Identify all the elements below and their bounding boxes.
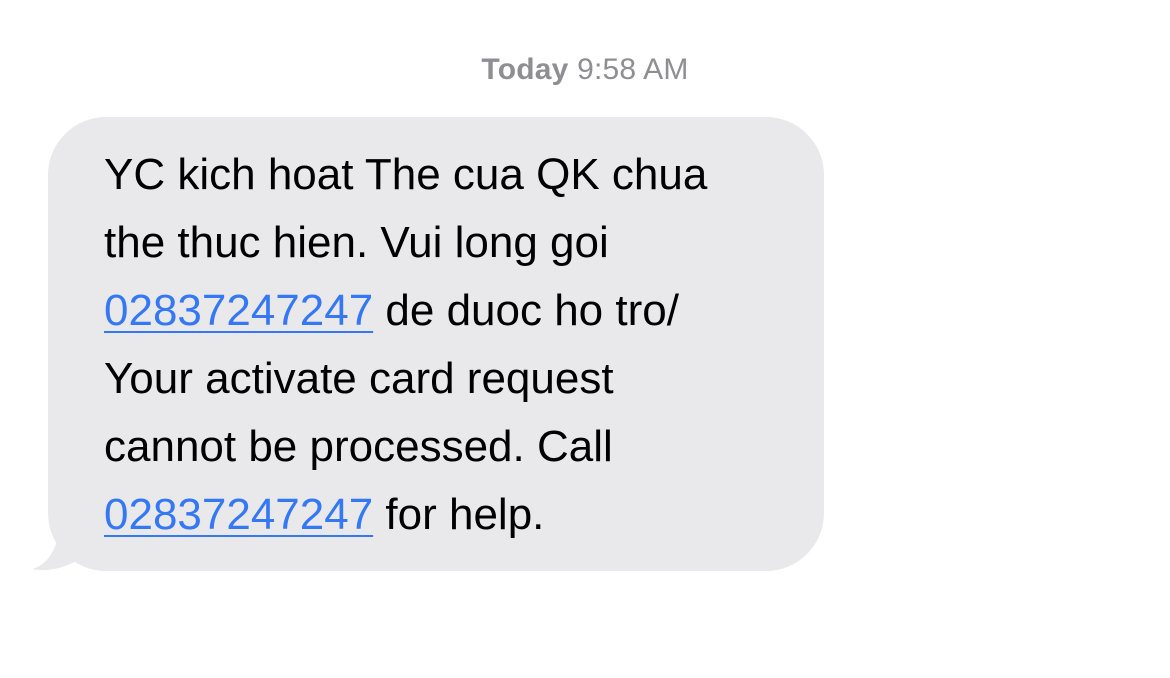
message-line: 02837247247 de duoc ho tro/ xyxy=(104,277,814,345)
phone-number-link[interactable]: 02837247247 xyxy=(104,286,373,335)
message-timestamp: Today 9:58 AM xyxy=(0,50,1170,90)
message-bubble[interactable]: YC kich hoat The cua QK chua the thuc hi… xyxy=(48,117,824,571)
message-line: cannot be processed. Call xyxy=(104,422,613,471)
message-line: the thuc hien. Vui long goi xyxy=(104,218,609,267)
message-text: YC kich hoat The cua QK chua the thuc hi… xyxy=(104,141,814,549)
timestamp-time: 9:58 AM xyxy=(577,53,689,86)
message-line-text: for help. xyxy=(373,490,545,539)
timestamp-day: Today xyxy=(481,53,569,86)
incoming-message[interactable]: YC kich hoat The cua QK chua the thuc hi… xyxy=(30,117,830,577)
message-line: Your activate card request xyxy=(104,354,614,403)
phone-number-link[interactable]: 02837247247 xyxy=(104,490,373,539)
message-line-text: de duoc ho tro/ xyxy=(373,286,679,335)
message-line: 02837247247 for help. xyxy=(104,481,814,549)
message-line: YC kich hoat The cua QK chua xyxy=(104,150,708,199)
